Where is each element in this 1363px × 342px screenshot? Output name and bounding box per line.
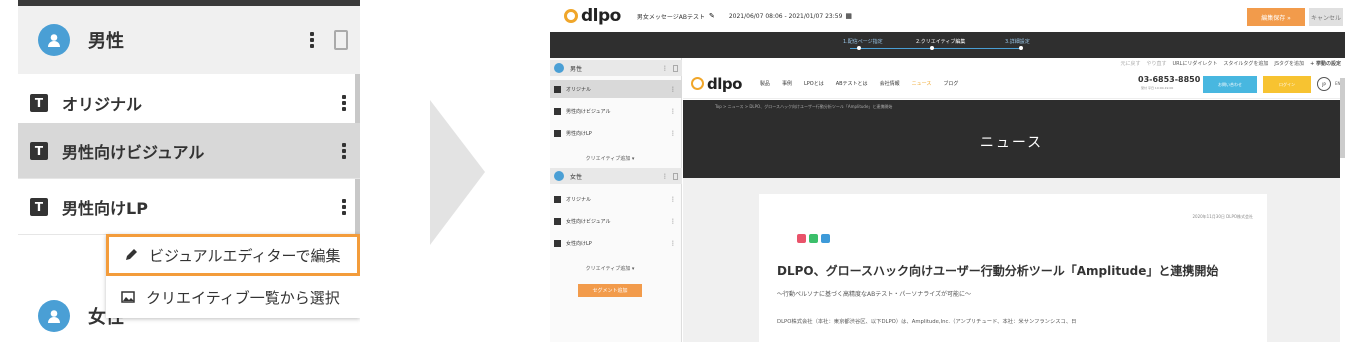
creative-row[interactable]: 女性向けLP ⋮ [550,234,682,252]
creative-label: 男性向けビジュアル [62,142,205,162]
step-2[interactable]: 2.クリエイティブ編集 [916,38,965,50]
add-js-tag-button[interactable]: JSタグを追加 [1274,60,1304,67]
pencil-icon [123,247,139,263]
site-header: dlpo 製品 事例 LPOとは ABテストとは 会社情報 ニュース ブログ 0… [683,69,1345,99]
pencil-icon[interactable]: ✎ [709,12,715,20]
right-arrow-icon [430,100,485,245]
creative-row[interactable]: 男性向けビジュアル ⋮ [550,102,682,120]
preview-scrollbar[interactable] [1340,78,1345,158]
step-1[interactable]: 1.配信ページ指定 [843,38,883,50]
date-range: 2021/06/07 08:06 - 2021/01/07 23:59 [728,12,843,20]
kebab-menu-icon[interactable] [342,198,346,215]
share-icon[interactable] [797,234,806,243]
segment-header-male[interactable]: 男性 [18,0,360,74]
user-icon [554,63,564,73]
calendar-icon[interactable]: ▦ [845,12,852,20]
user-icon [554,171,564,181]
segment-header-male[interactable]: 男性 ⋮ [550,60,682,76]
nav-link[interactable]: 製品 [760,80,770,87]
article-date: 2020年11月30日 DLPO株式会社 [1192,214,1254,219]
dlpo-logo: dlpo [564,6,621,26]
select-from-creative-list-menu-item[interactable]: クリエイティブ一覧から選択 [106,276,360,318]
share-icon[interactable] [809,234,818,243]
add-segment-button[interactable]: セグメント追加 [578,284,642,297]
contact-button[interactable]: お問い合わせ [1203,76,1257,93]
behavior-settings-button[interactable]: + 挙動の設定 [1310,60,1341,67]
cancel-button[interactable]: キャンセル [1309,8,1343,26]
phone-number: 03-6853-8850 [1138,75,1201,84]
url-redirect-button[interactable]: URLにリダイレクト [1172,60,1217,67]
editor-topbar: dlpo 男女メッセージABテスト ✎ 2021/06/07 08:06 - 2… [550,0,1345,32]
image-icon [120,289,136,305]
undo-button[interactable]: 元に戻す [1120,60,1140,67]
nav-link[interactable]: ブログ [943,80,958,87]
user-icon [38,24,70,56]
hero-title: ニュース [979,135,1044,151]
text-creative-icon: T [30,141,48,160]
breadcrumb: Top > ニュース > DLPO、グロースハック向けユーザー行動分析ツール「A… [715,104,893,109]
nav-link[interactable]: ABテストとは [836,80,868,87]
article-subtitle: 〜行動ペルソナに基づく高精度なABテスト・パーソナライズが可能に〜 [777,291,972,298]
segment-header-female[interactable]: 女性 ⋮ [550,168,682,184]
dlpo-logo[interactable]: dlpo [691,75,742,93]
article-card: 2020年11月30日 DLPO株式会社 DLPO、グロースハック向けユーザー行… [759,194,1267,342]
article-title: DLPO、グロースハック向けユーザー行動分析ツール「Amplitude」と連携開… [777,264,1219,278]
segment-sidebar: 男性 ⋮ オリジナル ⋮ 男性向けビジュアル ⋮ 男性向けLP ⋮ クリエイティブ追加 … [550,58,682,342]
nav-link-active[interactable]: ニュース [912,80,932,87]
trash-icon [673,64,678,72]
creative-context-menu: ビジュアルエディターで編集 クリエイティブ一覧から選択 [106,234,360,318]
menu-item-label: ビジュアルエディターで編集 [149,246,341,265]
add-creative-dropdown[interactable]: クリエイティブ追加 ▾ [570,152,650,164]
trash-icon[interactable] [334,30,348,50]
creative-label: オリジナル [62,94,143,114]
kebab-menu-icon[interactable] [310,32,314,48]
save-button[interactable]: 編集保存 » [1247,8,1305,26]
visual-editor-screenshot: dlpo 男女メッセージABテスト ✎ 2021/06/07 08:06 - 2… [550,0,1345,342]
editor-toolbar: 元に戻す やり直す URLにリダイレクト スタイルタグを追加 JSタグを追加 +… [683,58,1345,69]
nav-link[interactable]: LPOとは [804,80,824,87]
redo-button[interactable]: やり直す [1146,60,1166,67]
trash-icon [673,172,678,180]
menu-item-label: クリエイティブ一覧から選択 [146,288,340,307]
share-icons [797,234,830,243]
kebab-menu-icon[interactable] [342,142,346,159]
creative-label: 男性向けLP [62,198,148,218]
step-3[interactable]: 3.詳細設定 [1005,38,1030,50]
page-preview: 元に戻す やり直す URLにリダイレクト スタイルタグを追加 JSタグを追加 +… [683,58,1345,342]
login-button[interactable]: ログイン [1263,76,1311,93]
creative-row[interactable]: オリジナル ⋮ [550,80,682,98]
creative-row[interactable]: オリジナル ⋮ [550,190,682,208]
segment-label: 男性 [88,31,124,52]
site-nav: 製品 事例 LPOとは ABテストとは 会社情報 ニュース ブログ [760,80,958,87]
edit-in-visual-editor-menu-item[interactable]: ビジュアルエディターで編集 [106,234,360,276]
article-body: DLPO株式会社（本社：東京都渋谷区、以下DLPO）は、Amplitude,In… [777,319,1077,325]
nav-link[interactable]: 会社情報 [880,80,900,87]
add-creative-dropdown[interactable]: クリエイティブ追加 ▾ [570,262,650,274]
language-toggle[interactable]: JP [1317,77,1331,91]
news-hero: Top > ニュース > DLPO、グロースハック向けユーザー行動分析ツール「A… [683,100,1340,178]
creative-row[interactable]: 女性向けビジュアル ⋮ [550,212,682,230]
phone-hours: 受付 平日 10:00-19:00 [1141,86,1174,90]
share-icon[interactable] [821,234,830,243]
creative-row-male-visual[interactable]: T 男性向けビジュアル [18,123,360,179]
text-creative-icon: T [30,197,48,216]
kebab-menu-icon[interactable] [342,94,346,111]
nav-link[interactable]: 事例 [782,80,792,87]
creative-row-male-lp[interactable]: T 男性向けLP [18,179,360,235]
test-name: 男女メッセージABテスト [636,13,705,21]
creative-row[interactable]: 男性向けLP ⋮ [550,124,682,142]
add-style-tag-button[interactable]: スタイルタグを追加 [1223,60,1268,67]
user-icon [38,300,70,332]
step-indicator: 1.配信ページ指定 2.クリエイティブ編集 3.詳細設定 [550,32,1345,58]
text-creative-icon: T [30,93,48,112]
zoomed-segment-panel: 男性 T オリジナル T 男性向けビジュアル T 男性向けLP ビジュアルエディ… [18,0,360,342]
